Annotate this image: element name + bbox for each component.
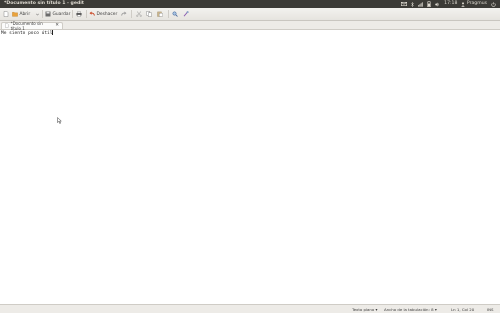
tab-label: *Documento sin título 1: [10, 20, 43, 31]
tab-close-icon[interactable]: ✕: [55, 23, 59, 28]
battery-icon[interactable]: [427, 1, 432, 7]
chevron-down-icon: ▾: [375, 306, 378, 312]
clock[interactable]: 17:18: [444, 0, 457, 8]
folder-open-icon: [12, 12, 18, 17]
tab-document[interactable]: *Documento sin título 1 ✕: [1, 20, 63, 31]
scissors-icon: [136, 11, 142, 17]
copy-button[interactable]: [146, 10, 152, 19]
user-name: Pragmus: [466, 1, 487, 6]
toolbar-separator: [86, 10, 87, 18]
cut-button[interactable]: [136, 10, 142, 19]
toolbar-separator: [168, 10, 169, 18]
document-icon: [5, 23, 9, 28]
syntax-selector[interactable]: Texto plano ▾: [352, 307, 377, 312]
network-icon[interactable]: [418, 1, 423, 7]
paste-icon: [157, 11, 163, 17]
insert-mode: INS: [487, 306, 494, 312]
indicator-area: 17:18 Pragmus: [401, 0, 496, 8]
tab-bar: *Documento sin título 1 ✕: [0, 20, 500, 31]
syntax-label: Texto plano: [352, 306, 375, 312]
text-caret: [52, 30, 53, 35]
redo-icon: [121, 11, 127, 16]
undo-label: Deshacer: [96, 11, 118, 17]
undo-icon: [89, 11, 95, 16]
chevron-down-icon: [36, 13, 39, 16]
tab-width-selector[interactable]: Ancho de la tabulación: 8 ▾: [384, 307, 437, 312]
editor-text: Me siento poco útil: [1, 31, 53, 36]
replace-icon: [183, 11, 189, 17]
toolbar-separator: [72, 10, 73, 18]
save-icon: [45, 11, 51, 17]
toolbar: Abrir Guardar Deshacer: [0, 8, 500, 21]
mail-icon[interactable]: [401, 2, 408, 6]
paste-button[interactable]: [157, 10, 163, 19]
top-panel: *Documento sin título 1 - gedit 17:18 Pr…: [0, 0, 500, 8]
editor-line: Me siento poco útil: [1, 30, 53, 36]
chevron-down-icon: ▾: [434, 306, 437, 312]
tab-width-label: Ancho de la tabulación: 8: [384, 306, 434, 312]
open-button[interactable]: Abrir: [12, 10, 30, 19]
replace-button[interactable]: [183, 10, 189, 19]
toolbar-separator: [42, 10, 43, 18]
save-button[interactable]: Guardar: [45, 10, 70, 19]
mouse-pointer-icon: [57, 117, 62, 124]
user-menu[interactable]: Pragmus: [461, 0, 487, 8]
user-icon: [461, 1, 466, 7]
save-label: Guardar: [52, 11, 71, 17]
bluetooth-icon[interactable]: [411, 1, 414, 7]
toolbar-separator: [131, 10, 132, 18]
search-button[interactable]: [172, 10, 178, 19]
undo-button[interactable]: Deshacer: [89, 10, 117, 19]
copy-icon: [146, 11, 152, 17]
cursor-position: Ln 1, Col 20: [451, 306, 475, 312]
open-dropdown-button[interactable]: [36, 10, 39, 19]
search-icon: [172, 11, 178, 17]
power-icon[interactable]: [491, 1, 496, 7]
print-button[interactable]: [76, 10, 82, 19]
printer-icon: [76, 11, 82, 17]
text-editor[interactable]: Me siento poco útil: [0, 30, 500, 305]
open-label: Abrir: [19, 11, 31, 17]
window-title: *Documento sin título 1 - gedit: [4, 1, 84, 6]
new-document-icon: [3, 11, 9, 17]
volume-icon[interactable]: [435, 2, 440, 7]
redo-button: [121, 10, 127, 19]
new-button[interactable]: [3, 10, 9, 19]
